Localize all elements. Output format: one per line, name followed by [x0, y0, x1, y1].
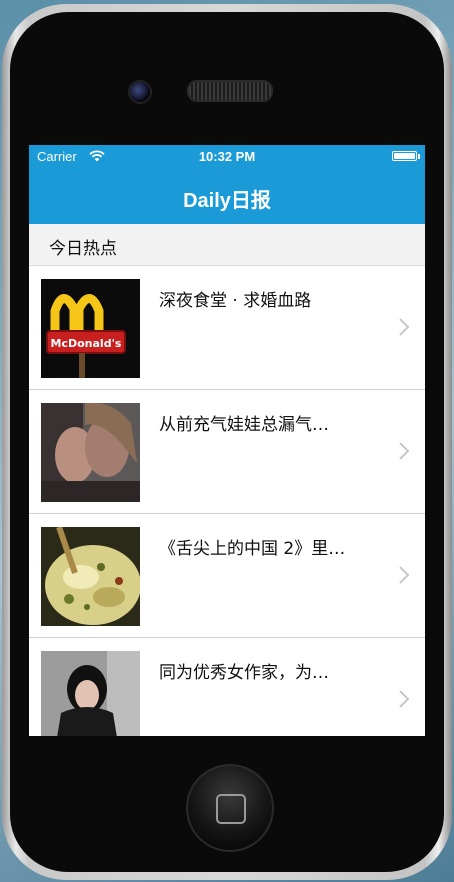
story-row[interactable]: 同为优秀女作家，为…: [29, 638, 425, 736]
battery-icon: [392, 151, 420, 161]
nav-title: Daily日报: [183, 190, 271, 212]
chevron-right-icon: [399, 318, 409, 336]
app-screen: Carrier 10:32 PM Daily日报 今日热点 McDonald's: [29, 145, 425, 736]
status-bar: Carrier 10:32 PM: [29, 145, 425, 167]
chevron-right-icon: [399, 566, 409, 584]
mcdonalds-sign-image: McDonald's: [41, 279, 140, 378]
couple-kissing-image: [41, 403, 140, 502]
story-title: 《舌尖上的中国 2》里…: [159, 539, 346, 559]
story-row[interactable]: McDonald's 深夜食堂 · 求婚血路: [29, 266, 425, 390]
svg-text:McDonald's: McDonald's: [51, 337, 122, 350]
section-title: 今日热点: [49, 239, 117, 259]
chevron-right-icon: [399, 690, 409, 708]
story-title: 深夜食堂 · 求婚血路: [159, 291, 312, 311]
home-square-icon: [216, 794, 246, 824]
woman-portrait-image: [41, 651, 140, 736]
section-header: 今日热点: [29, 224, 425, 266]
story-title: 从前充气娃娃总漏气…: [159, 415, 329, 435]
food-dish-image: [41, 527, 140, 626]
status-time: 10:32 PM: [198, 149, 256, 164]
front-camera: [128, 80, 152, 104]
home-button[interactable]: [186, 764, 274, 852]
story-row[interactable]: 《舌尖上的中国 2》里…: [29, 514, 425, 638]
story-row[interactable]: 从前充气娃娃总漏气…: [29, 390, 425, 514]
chevron-right-icon: [399, 442, 409, 460]
earpiece-speaker: [187, 80, 273, 102]
story-title: 同为优秀女作家，为…: [159, 663, 329, 683]
navigation-bar: Daily日报: [29, 167, 425, 224]
